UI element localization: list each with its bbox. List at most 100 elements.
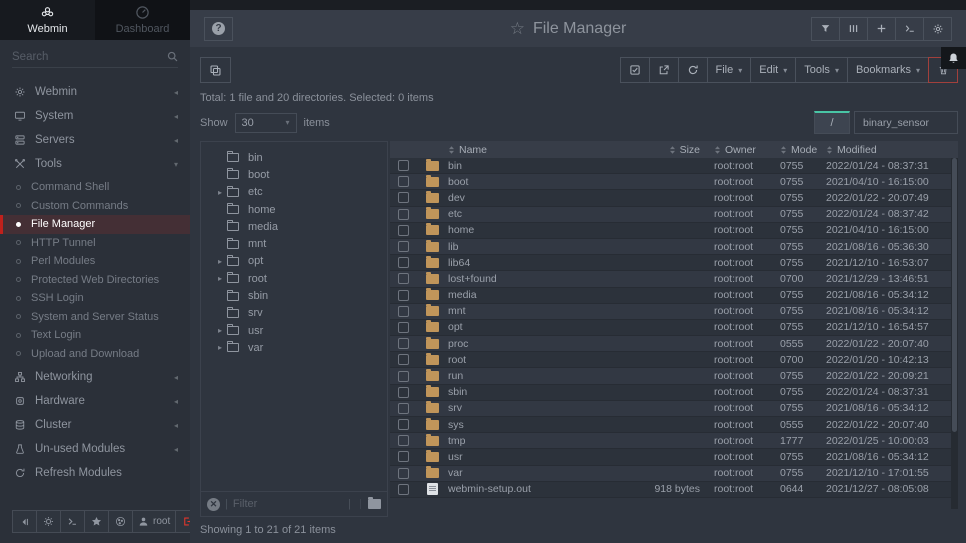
table-row-root[interactable]: root root:root 0700 2022/01/20 - 10:42:1… (390, 352, 958, 368)
table-row-webmin-setup.out[interactable]: webmin-setup.out 918 bytes root:root 064… (390, 482, 958, 498)
table-row-sbin[interactable]: sbin root:root 0755 2022/01/24 - 08:37:3… (390, 385, 958, 401)
help-button[interactable]: ? (204, 17, 233, 41)
table-row-lib[interactable]: lib root:root 0755 2021/08/16 - 05:36:30 (390, 239, 958, 255)
table-row-home[interactable]: home root:root 0755 2021/04/10 - 16:15:0… (390, 223, 958, 239)
tree-item-mnt[interactable]: mnt (201, 235, 387, 252)
row-checkbox[interactable] (398, 387, 409, 398)
table-row-run[interactable]: run root:root 0755 2022/01/22 - 20:09:21 (390, 368, 958, 384)
sidebar-item-perl-modules[interactable]: Perl Modules (0, 252, 190, 271)
sidebar-item-command-shell[interactable]: Command Shell (0, 178, 190, 197)
search-input[interactable] (12, 51, 166, 63)
column-header-name[interactable]: Name (448, 144, 628, 156)
tree-item-opt[interactable]: ▸ opt (201, 253, 387, 270)
add-button[interactable] (867, 17, 896, 41)
row-checkbox[interactable] (398, 403, 409, 414)
table-row-boot[interactable]: boot root:root 0755 2021/04/10 - 16:15:0… (390, 174, 958, 190)
settings-button[interactable] (923, 17, 952, 41)
expand-caret-icon[interactable]: ▸ (213, 343, 227, 352)
tree-folder-button[interactable] (360, 499, 381, 509)
sidebar-item-hardware[interactable]: Hardware ◂ (0, 389, 190, 413)
sidebar-item-tools[interactable]: Tools ▾ (0, 152, 190, 176)
table-row-etc[interactable]: etc root:root 0755 2022/01/24 - 08:37:42 (390, 207, 958, 223)
table-row-srv[interactable]: srv root:root 0755 2021/08/16 - 05:34:12 (390, 401, 958, 417)
row-checkbox[interactable] (398, 451, 409, 462)
expand-caret-icon[interactable]: ▸ (213, 326, 227, 335)
terminal-button[interactable] (60, 510, 85, 533)
sidebar-item-networking[interactable]: Networking ◂ (0, 365, 190, 389)
table-row-tmp[interactable]: tmp root:root 1777 2022/01/25 - 10:00:03 (390, 433, 958, 449)
sidebar-item-protected-web-directories[interactable]: Protected Web Directories (0, 271, 190, 290)
root-path-button[interactable]: / (814, 111, 850, 134)
tree-item-home[interactable]: home (201, 201, 387, 218)
column-header-owner[interactable]: Owner (714, 144, 780, 156)
row-checkbox[interactable] (398, 338, 409, 349)
path-search-input[interactable] (854, 111, 958, 134)
sidebar-item-system-and-server-status[interactable]: System and Server Status (0, 308, 190, 327)
tools-menu-button[interactable]: Tools▾ (795, 57, 848, 83)
expand-caret-icon[interactable]: ▸ (213, 188, 227, 197)
table-row-mnt[interactable]: mnt root:root 0755 2021/08/16 - 05:34:12 (390, 304, 958, 320)
filter-button[interactable] (811, 17, 840, 41)
row-checkbox[interactable] (398, 225, 409, 236)
tab-dashboard[interactable]: Dashboard (95, 0, 190, 40)
row-checkbox[interactable] (398, 273, 409, 284)
page-size-select[interactable]: 30 ▾ (235, 113, 297, 133)
table-row-bin[interactable]: bin root:root 0755 2022/01/24 - 08:37:31 (390, 158, 958, 174)
row-checkbox[interactable] (398, 354, 409, 365)
row-checkbox[interactable] (398, 192, 409, 203)
row-checkbox[interactable] (398, 241, 409, 252)
row-checkbox[interactable] (398, 468, 409, 479)
collapse-sidebar-button[interactable] (12, 510, 37, 533)
theme-toggle-button[interactable] (36, 510, 61, 533)
user-button[interactable]: root (132, 510, 176, 533)
row-checkbox[interactable] (398, 176, 409, 187)
sidebar-item-upload-and-download[interactable]: Upload and Download (0, 345, 190, 364)
column-header-modified[interactable]: Modified (826, 144, 958, 156)
tree-filter-input[interactable] (233, 498, 343, 510)
sidebar-item-servers[interactable]: Servers ◂ (0, 128, 190, 152)
row-checkbox[interactable] (398, 306, 409, 317)
sidebar-item-file-manager[interactable]: File Manager (0, 215, 190, 234)
row-checkbox[interactable] (398, 290, 409, 301)
refresh-button[interactable] (678, 57, 708, 83)
favorites-button[interactable] (84, 510, 109, 533)
row-checkbox[interactable] (398, 435, 409, 446)
favorite-star-icon[interactable]: ☆ (510, 19, 525, 39)
row-checkbox[interactable] (398, 209, 409, 220)
sidebar-item-http-tunnel[interactable]: HTTP Tunnel (0, 234, 190, 253)
tree-item-media[interactable]: media (201, 218, 387, 235)
columns-button[interactable] (839, 17, 868, 41)
file-menu-button[interactable]: File▾ (707, 57, 752, 83)
tree-item-boot[interactable]: boot (201, 166, 387, 183)
sidebar-item-refresh-modules[interactable]: Refresh Modules (0, 461, 190, 485)
tree-item-bin[interactable]: bin (201, 149, 387, 166)
sidebar-item-un-used-modules[interactable]: Un-used Modules ◂ (0, 437, 190, 461)
notifications-tab[interactable] (941, 47, 966, 69)
expand-caret-icon[interactable]: ▸ (213, 274, 227, 283)
table-row-proc[interactable]: proc root:root 0555 2022/01/22 - 20:07:4… (390, 336, 958, 352)
row-checkbox[interactable] (398, 371, 409, 382)
bookmarks-menu-button[interactable]: Bookmarks▾ (847, 57, 929, 83)
table-row-media[interactable]: media root:root 0755 2021/08/16 - 05:34:… (390, 288, 958, 304)
tree-item-etc[interactable]: ▸ etc (201, 184, 387, 201)
select-all-button[interactable] (620, 57, 650, 83)
tree-item-root[interactable]: ▸ root (201, 270, 387, 287)
table-row-lost+found[interactable]: lost+found root:root 0700 2021/12/29 - 1… (390, 271, 958, 287)
edit-menu-button[interactable]: Edit▾ (750, 57, 796, 83)
row-checkbox[interactable] (398, 419, 409, 430)
shell-button[interactable] (895, 17, 924, 41)
sidebar-item-text-login[interactable]: Text Login (0, 326, 190, 345)
row-checkbox[interactable] (398, 257, 409, 268)
tab-webmin[interactable]: Webmin (0, 0, 95, 40)
sidebar-item-custom-commands[interactable]: Custom Commands (0, 197, 190, 216)
row-checkbox[interactable] (398, 322, 409, 333)
tree-item-var[interactable]: ▸ var (201, 339, 387, 356)
table-scrollbar[interactable] (951, 158, 958, 509)
table-row-opt[interactable]: opt root:root 0755 2021/12/10 - 16:54:57 (390, 320, 958, 336)
row-checkbox[interactable] (398, 160, 409, 171)
table-row-lib64[interactable]: lib64 root:root 0755 2021/12/10 - 16:53:… (390, 255, 958, 271)
language-button[interactable] (108, 510, 133, 533)
table-row-dev[interactable]: dev root:root 0755 2022/01/22 - 20:07:49 (390, 190, 958, 206)
table-row-var[interactable]: var root:root 0755 2021/12/10 - 17:01:55 (390, 466, 958, 482)
table-row-usr[interactable]: usr root:root 0755 2021/08/16 - 05:34:12 (390, 449, 958, 465)
